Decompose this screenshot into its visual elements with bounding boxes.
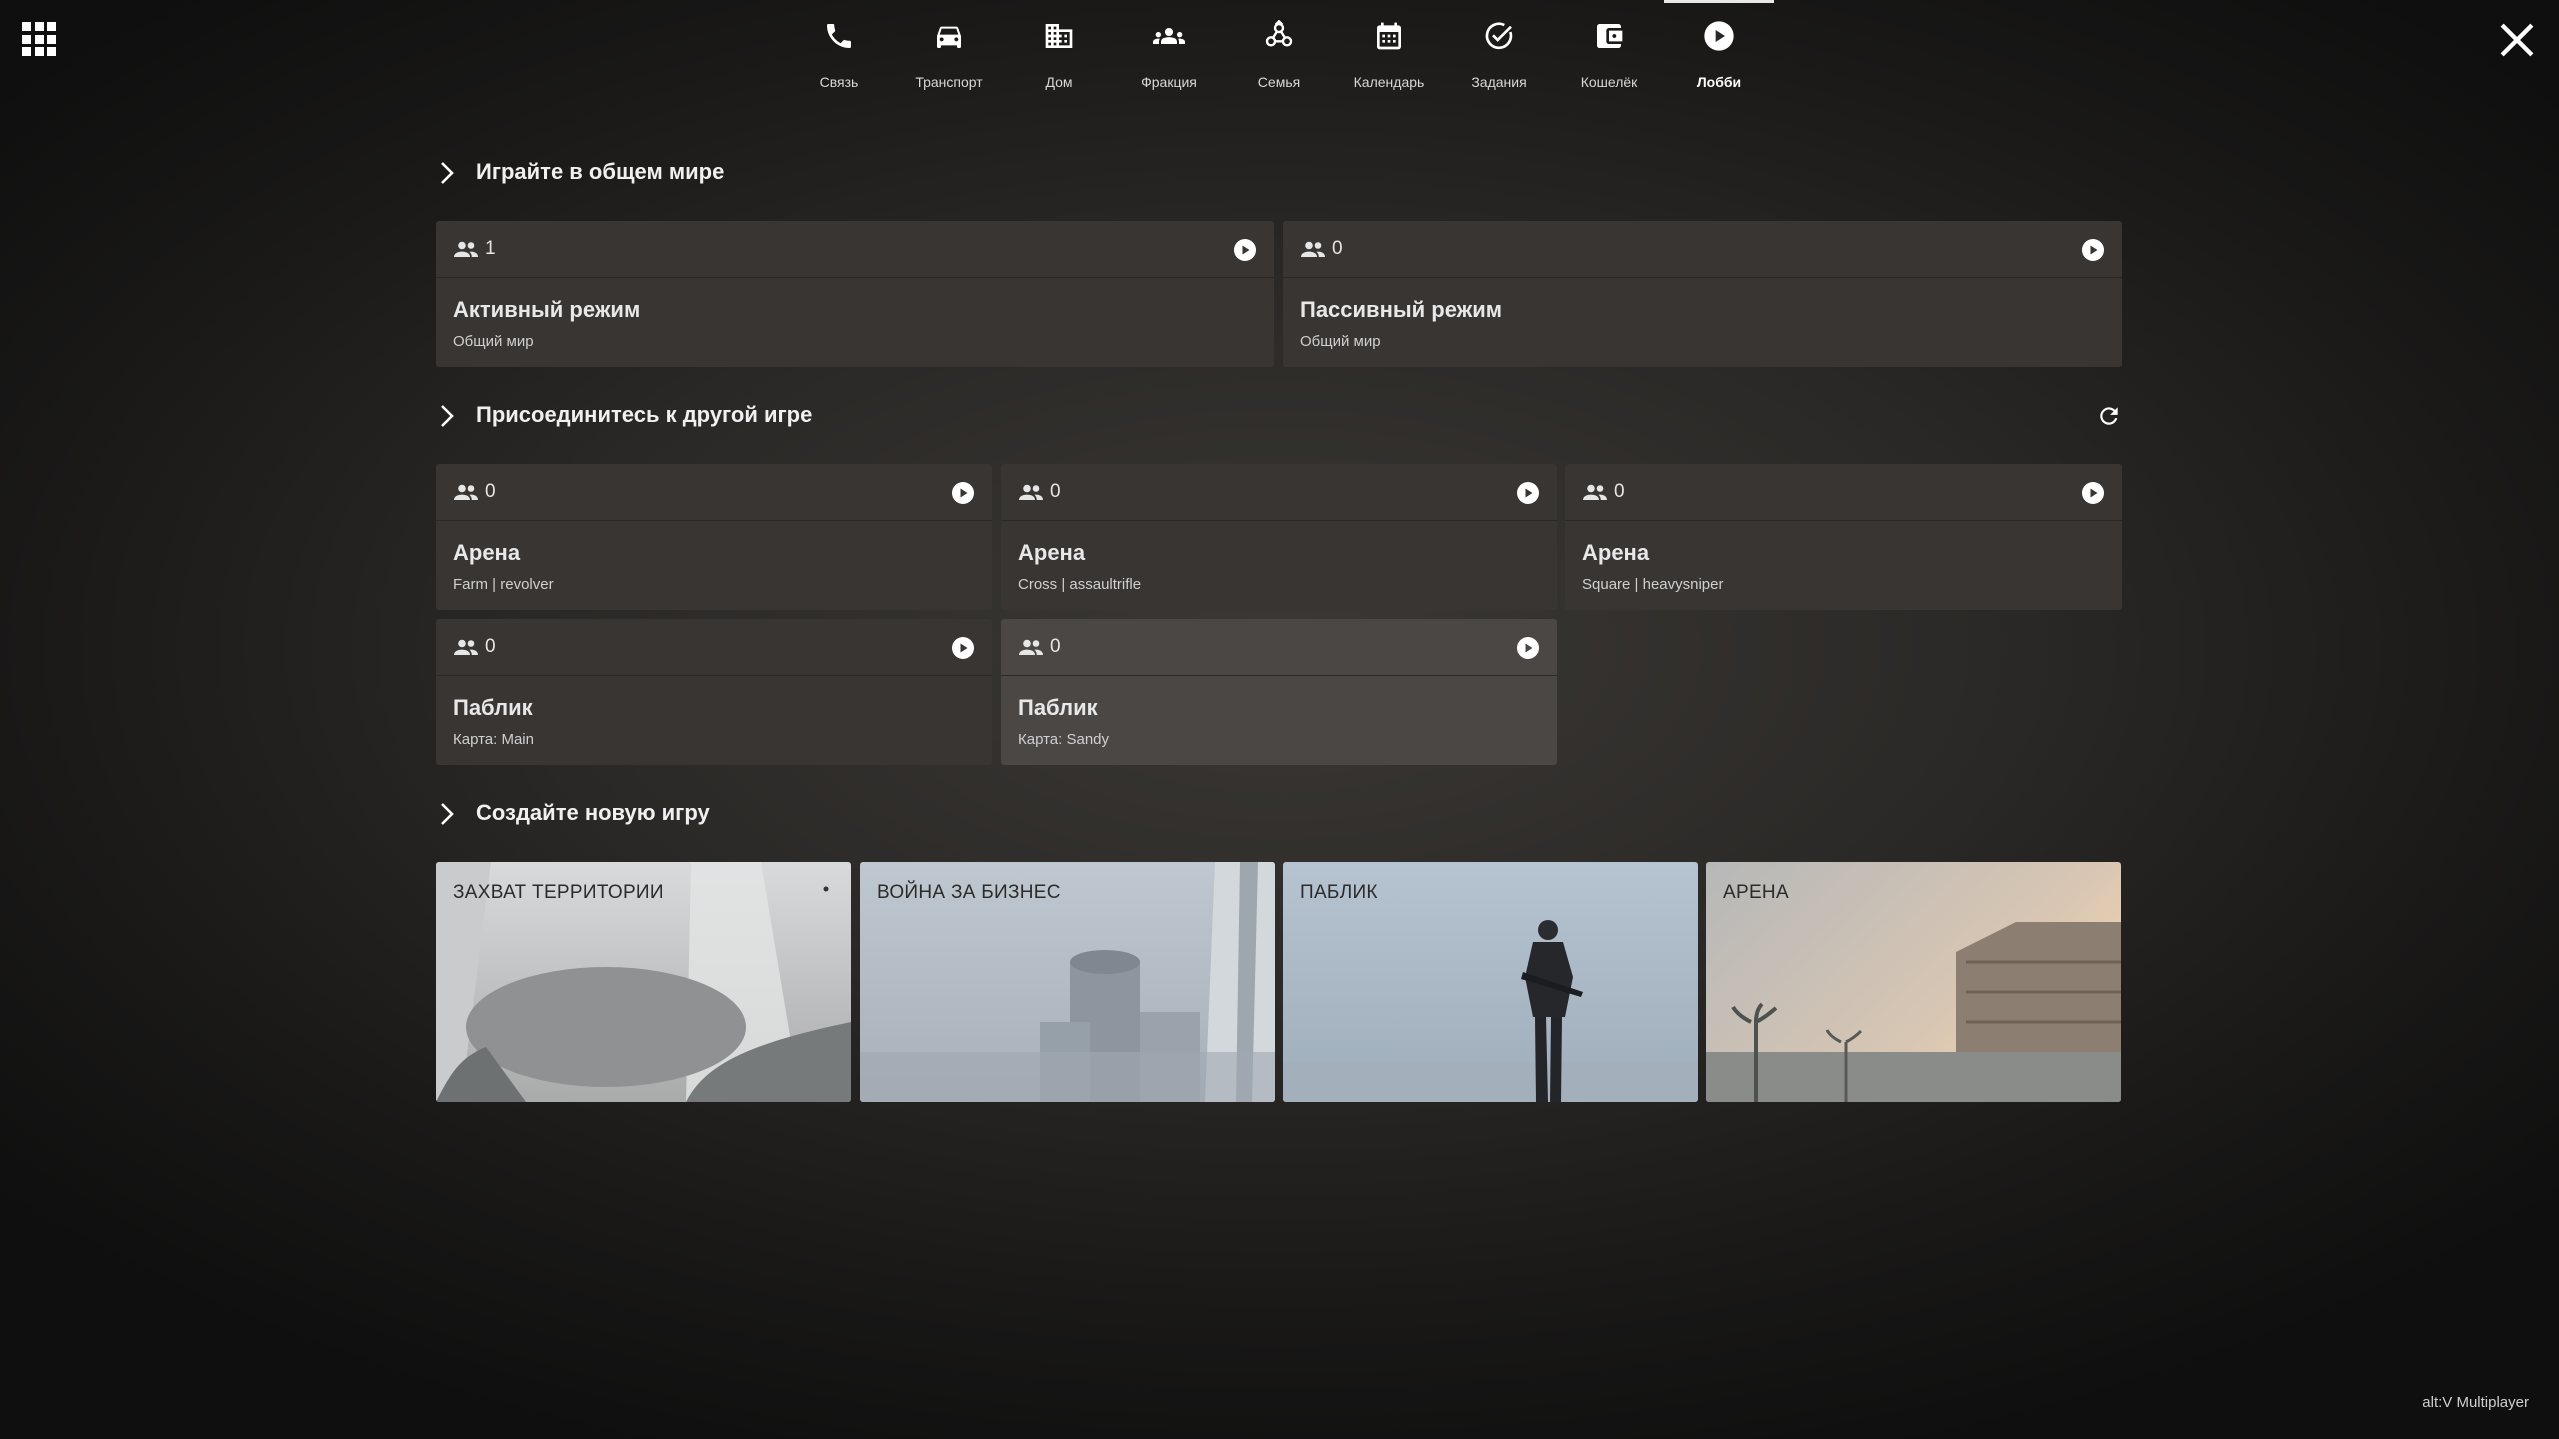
nav-item-family[interactable]: Семья xyxy=(1224,0,1334,100)
nav-label: Дом xyxy=(1045,74,1073,90)
nav-label: Лобби xyxy=(1696,74,1742,90)
players-count: 0 xyxy=(485,636,496,657)
players-count: 0 xyxy=(1614,481,1625,502)
section-header-join-game[interactable]: Присоединитесь к другой игре xyxy=(436,391,2122,441)
mode-card-public[interactable]: ПАБЛИК xyxy=(1283,862,1698,1102)
game-card-passive-mode[interactable]: 0 Пассивный режим Общий мир xyxy=(1283,221,2122,367)
card-header: 0 xyxy=(1565,464,2122,521)
play-icon[interactable] xyxy=(2081,481,2105,505)
nav-item-calendar[interactable]: Календарь xyxy=(1334,0,1444,100)
mode-card-territory-capture[interactable]: ЗАХВАТ ТЕРРИТОРИИ xyxy=(436,862,851,1102)
card-title: Активный режим xyxy=(453,297,641,322)
card-header: 0 xyxy=(1001,619,1557,676)
mode-label: ВОЙНА ЗА БИЗНЕС xyxy=(877,882,1061,903)
mode-card-business-war[interactable]: ВОЙНА ЗА БИЗНЕС xyxy=(860,862,1275,1102)
card-subtitle: Cross | assaultrifle xyxy=(1018,576,1142,593)
calendar-icon xyxy=(1377,22,1401,50)
game-card-arena-farm[interactable]: 0 Арена Farm | revolver xyxy=(436,464,992,610)
card-title: Пассивный режим xyxy=(1300,297,1503,322)
game-card-active-mode[interactable]: 1 Активный режим Общий мир xyxy=(436,221,1274,367)
play-icon[interactable] xyxy=(951,636,975,660)
play-icon[interactable] xyxy=(1516,481,1540,505)
mode-label: ЗАХВАТ ТЕРРИТОРИИ xyxy=(453,882,664,903)
close-button[interactable] xyxy=(2497,20,2537,60)
nav-label: Кошелёк xyxy=(1580,74,1638,90)
players-icon xyxy=(454,241,478,257)
game-card-arena-cross[interactable]: 0 Арена Cross | assaultrifle xyxy=(1001,464,1557,610)
nav-item-wallet[interactable]: Кошелёк xyxy=(1554,0,1664,100)
card-subtitle: Farm | revolver xyxy=(453,576,554,593)
building-icon xyxy=(1045,24,1073,48)
nav-label: Связь xyxy=(819,74,859,90)
nav-label: Семья xyxy=(1257,74,1301,90)
chevron-right-icon xyxy=(441,162,454,184)
family-icon xyxy=(1265,20,1293,47)
nav-label: Задания xyxy=(1471,74,1527,90)
section-header-shared-world[interactable]: Играйте в общем мире xyxy=(436,148,2122,198)
nav-item-tasks[interactable]: Задания xyxy=(1444,0,1554,100)
nav-label: Фракция xyxy=(1141,74,1197,90)
brand-footer: alt:V Multiplayer xyxy=(2422,1394,2529,1411)
players-count: 0 xyxy=(1050,636,1061,657)
chevron-right-icon xyxy=(441,405,454,427)
nav-item-faction[interactable]: Фракция xyxy=(1114,0,1224,100)
players-icon xyxy=(1301,241,1325,257)
players-count: 0 xyxy=(485,481,496,502)
game-card-public-sandy[interactable]: 0 Паблик Карта: Sandy xyxy=(1001,619,1557,765)
wallet-icon xyxy=(1597,24,1623,48)
refresh-icon[interactable] xyxy=(2096,403,2122,429)
nav-item-house[interactable]: Дом xyxy=(1004,0,1114,100)
players-icon xyxy=(1583,484,1607,500)
card-subtitle: Карта: Sandy xyxy=(1018,731,1110,748)
nav-label: Календарь xyxy=(1353,74,1425,90)
close-icon xyxy=(2500,23,2534,57)
section-title: Создайте новую игру xyxy=(476,800,710,825)
card-title: Арена xyxy=(1018,540,1086,565)
card-subtitle: Общий мир xyxy=(453,333,534,350)
play-circle-icon xyxy=(1704,21,1734,51)
card-subtitle: Общий мир xyxy=(1300,333,1381,350)
mode-label: АРЕНА xyxy=(1723,882,1789,903)
section-title: Играйте в общем мире xyxy=(476,159,725,184)
check-circle-icon xyxy=(1485,22,1513,50)
card-header: 0 xyxy=(436,619,992,676)
play-icon[interactable] xyxy=(2081,238,2105,262)
card-header: 1 xyxy=(436,221,1274,278)
section-header-create-game[interactable]: Создайте новую игру xyxy=(436,789,2122,839)
card-title: Паблик xyxy=(1018,695,1098,720)
card-subtitle: Карта: Main xyxy=(453,731,534,748)
card-header: 0 xyxy=(1001,464,1557,521)
group-icon xyxy=(1153,28,1185,44)
players-count: 0 xyxy=(1050,481,1061,502)
game-card-arena-square[interactable]: 0 Арена Square | heavysniper xyxy=(1565,464,2122,610)
phone-icon xyxy=(827,24,851,48)
players-count: 0 xyxy=(1332,238,1343,259)
top-bar: Связь Транспорт Дом Фракция Семья Календ… xyxy=(0,0,2559,110)
nav-item-lobby[interactable]: Лобби xyxy=(1664,0,1774,100)
section-title: Присоединитесь к другой игре xyxy=(476,402,813,427)
play-icon[interactable] xyxy=(1516,636,1540,660)
chevron-right-icon xyxy=(441,803,454,825)
card-header: 0 xyxy=(1283,221,2122,278)
card-title: Паблик xyxy=(453,695,533,720)
main-nav: Связь Транспорт Дом Фракция Семья Календ… xyxy=(0,0,2559,110)
card-subtitle: Square | heavysniper xyxy=(1582,576,1724,593)
players-icon xyxy=(1019,639,1043,655)
play-icon[interactable] xyxy=(1233,238,1257,262)
car-icon xyxy=(937,26,961,48)
mode-label: ПАБЛИК xyxy=(1300,882,1378,903)
players-icon xyxy=(454,484,478,500)
nav-item-transport[interactable]: Транспорт xyxy=(894,0,1004,100)
card-header: 0 xyxy=(436,464,992,521)
mode-card-arena[interactable]: АРЕНА xyxy=(1706,862,2121,1102)
nav-item-phone[interactable]: Связь xyxy=(784,0,894,100)
card-title: Арена xyxy=(453,540,521,565)
players-icon xyxy=(454,639,478,655)
game-card-public-main[interactable]: 0 Паблик Карта: Main xyxy=(436,619,992,765)
players-count: 1 xyxy=(485,238,496,259)
card-title: Арена xyxy=(1582,540,1650,565)
players-icon xyxy=(1019,484,1043,500)
nav-label: Транспорт xyxy=(915,74,983,90)
play-icon[interactable] xyxy=(951,481,975,505)
